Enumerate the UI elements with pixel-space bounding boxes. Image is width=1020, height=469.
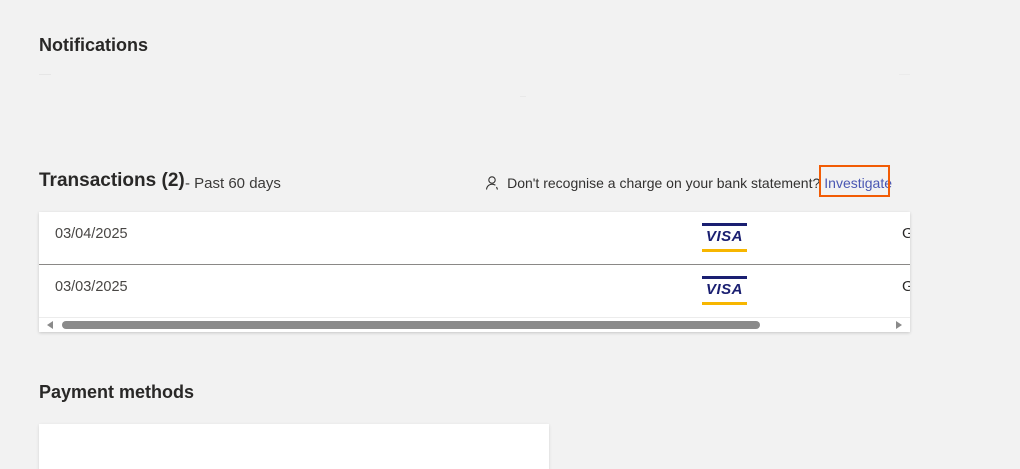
horizontal-scrollbar[interactable]	[39, 317, 910, 332]
help-text: Don't recognise a charge on your bank st…	[507, 175, 821, 191]
payment-method-card	[39, 424, 549, 469]
transactions-title: Transactions (2)	[39, 170, 185, 191]
investigate-link[interactable]: Investigate	[824, 175, 892, 191]
transaction-date: 03/03/2025	[55, 279, 128, 295]
billing-page: Notifications Transactions (2) - Past 60…	[0, 0, 1020, 469]
transactions-table: 03/04/2025 VISA G 03/03/2025 VISA G	[39, 212, 910, 332]
chevron-left-icon[interactable]	[47, 321, 53, 329]
transaction-date: 03/04/2025	[55, 226, 128, 242]
chevron-right-icon[interactable]	[896, 321, 902, 329]
transactions-header: Transactions (2) - Past 60 days Don't re…	[39, 170, 910, 196]
scrollbar-thumb[interactable]	[62, 321, 760, 329]
table-row[interactable]: 03/03/2025 VISA G	[39, 265, 910, 317]
transaction-description: G	[902, 278, 910, 295]
visa-card-icon: VISA	[702, 223, 747, 252]
notifications-placeholder	[520, 96, 526, 97]
payment-methods-title: Payment methods	[39, 382, 195, 402]
transaction-description: G	[902, 225, 910, 242]
table-row[interactable]: 03/04/2025 VISA G	[39, 212, 910, 265]
visa-card-icon: VISA	[702, 276, 747, 305]
notifications-divider	[39, 74, 910, 75]
person-icon	[486, 176, 499, 190]
transactions-period: - Past 60 days	[185, 175, 281, 192]
unrecognised-charge-help: Don't recognise a charge on your bank st…	[485, 175, 892, 191]
notifications-title: Notifications	[39, 35, 149, 55]
